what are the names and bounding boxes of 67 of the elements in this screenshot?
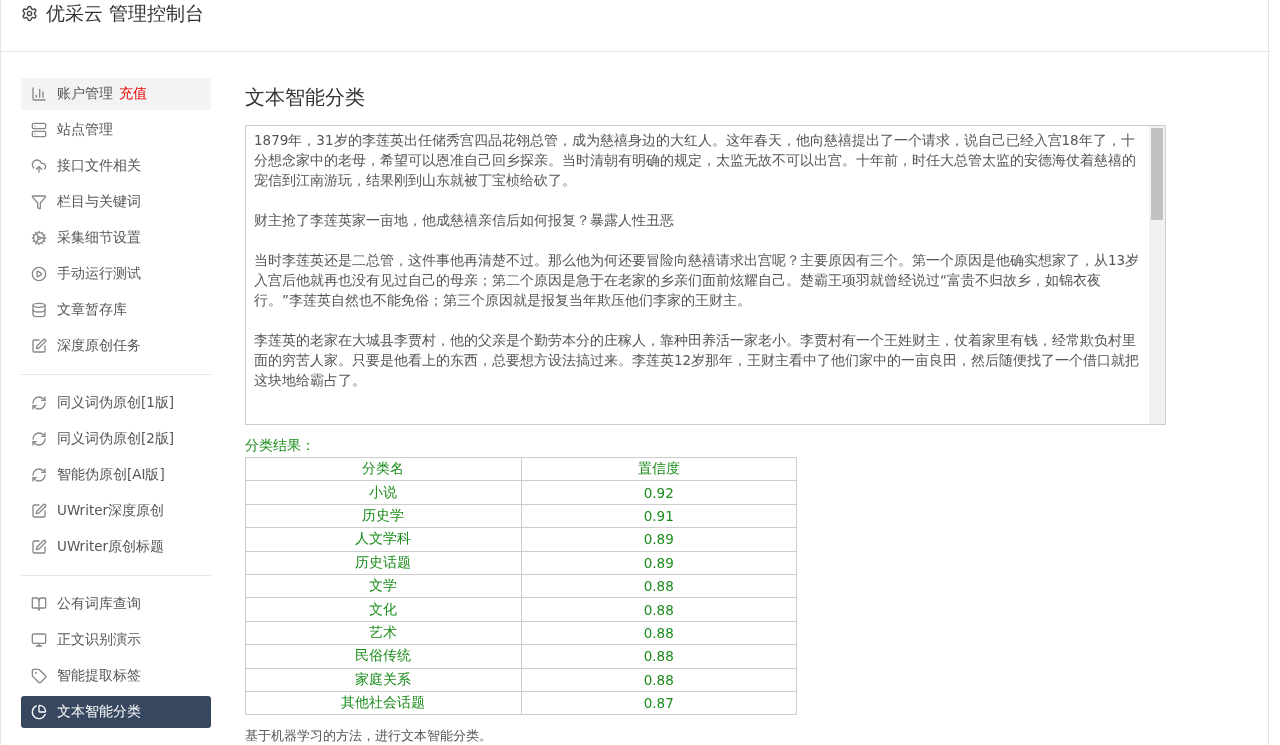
book-icon xyxy=(31,596,47,612)
tag-icon xyxy=(31,668,47,684)
sidebar-item[interactable]: 智能提取标签 xyxy=(21,660,211,692)
table-cell: 0.89 xyxy=(521,551,797,575)
paragraph: 1879年，31岁的李莲英出任储秀宫四品花翎总管，成为慈禧身边的大红人。这年春天，他向慈禧提出了一个请求，说自己已经入宫18年了，十分想念家中的老母，希望可以恩准自己回乡探亲。当时清朝有明确的规定，太监无故不可以出宫。十年前，时任大总管太监的安德海仗着慈禧的宠信到江南游玩，结果刚到山东就被丁宝桢给砍了。 xyxy=(254,131,1137,190)
sidebar-item[interactable]: 站点管理 xyxy=(21,114,211,146)
sidebar-item[interactable]: 栏目与关键词 xyxy=(21,186,211,218)
sidebar-item[interactable]: 手动运行测试 xyxy=(21,258,211,290)
description: 基于机器学习的方法，进行文本智能分类。 xyxy=(245,727,493,745)
sidebar-item[interactable]: 深度原创任务 xyxy=(21,330,211,362)
table-cell: 0.87 xyxy=(521,691,797,715)
table-cell: 人文学科 xyxy=(245,527,521,552)
sidebar-item[interactable]: 采集细节设置 xyxy=(21,222,211,254)
sidebar-item[interactable]: 文本智能分类 xyxy=(21,696,211,728)
sidebar-item[interactable]: 接口文件相关 xyxy=(21,150,211,182)
table-cell: 小说 xyxy=(245,480,521,505)
column-header: 置信度 xyxy=(521,457,797,481)
table-cell: 0.88 xyxy=(521,644,797,668)
sidebar-item[interactable]: 智能伪原创[AI版] xyxy=(21,459,211,491)
pie-chart-icon xyxy=(31,704,47,720)
text-area[interactable] xyxy=(245,125,1166,425)
app-title: 优采云 管理控制台 xyxy=(46,0,205,26)
edit-icon xyxy=(31,539,47,555)
gear-icon xyxy=(31,230,47,246)
table-cell: 艺术 xyxy=(245,621,521,645)
sidebar-item[interactable]: 正文识别演示 xyxy=(21,624,211,656)
paragraph: 当时李莲英还是二总管，这件事他再清楚不过。那么他为何还要冒险向慈禧请求出宫呢？主要原因有三个。第一个原因是他确实想家了，从13岁入宫后他就再也没有见过自己的母亲；第二个原因是急于在老家的乡亲们面前炫耀自己。楚霸王项羽就曾经说过“富贵不归故乡，如锦衣夜行。”李莲英自然也不能免俗；第三个原因就是报复当年欺压他们李家的王财主。 xyxy=(254,251,1141,310)
page-title: 文本智能分类 xyxy=(245,84,366,111)
refresh-icon xyxy=(31,395,47,411)
refresh-icon xyxy=(31,431,47,447)
database-icon xyxy=(31,302,47,318)
monitor-icon xyxy=(31,632,47,648)
table-cell: 0.92 xyxy=(521,480,797,505)
paragraph: 财主抢了李莲英家一亩地，他成慈禧亲信后如何报复？暴露人性丑恶 xyxy=(254,211,675,230)
cloud-upload-icon xyxy=(31,158,47,174)
table-cell: 家庭关系 xyxy=(245,668,521,692)
result-label: 分类结果： xyxy=(245,437,316,455)
bar-chart-icon xyxy=(31,86,47,102)
sidebar-item[interactable]: 公有词库查询 xyxy=(21,588,211,620)
sidebar-item[interactable]: 同义词伪原创[1版] xyxy=(21,387,211,419)
table-cell: 0.89 xyxy=(521,527,797,552)
table-cell: 文学 xyxy=(245,574,521,598)
server-icon xyxy=(31,122,47,138)
column-header: 分类名 xyxy=(245,457,521,481)
scrollbar[interactable] xyxy=(1149,126,1165,424)
filter-icon xyxy=(31,194,47,210)
table-cell: 其他社会话题 xyxy=(245,691,521,715)
settings-icon xyxy=(21,5,38,22)
paragraph: 李莲英的老家在大城县李贾村，他的父亲是个勤劳本分的庄稼人，靠种田养活一家老小。李贾村有一个王姓财主，仗着家里有钱，经常欺负村里面的穷苦人家。只要是他看上的东西，总要想方设法搞过来。李莲英12岁那年，王财主看中了他们家中的一亩良田，然后随便找了一个借口就把这块地给霸占了。 xyxy=(254,331,1141,390)
table-cell: 0.91 xyxy=(521,504,797,528)
refresh-icon xyxy=(31,467,47,483)
edit-icon xyxy=(31,503,47,519)
sidebar-item[interactable]: UWriter原创标题 xyxy=(21,531,211,563)
table-cell: 文化 xyxy=(245,597,521,622)
table-cell: 历史话题 xyxy=(245,551,521,575)
sidebar-item[interactable]: 同义词伪原创[2版] xyxy=(21,423,211,455)
sidebar-item[interactable]: 文章暂存库 xyxy=(21,294,211,326)
table-cell: 0.88 xyxy=(521,597,797,622)
edit-icon xyxy=(31,338,47,354)
table-cell: 0.88 xyxy=(521,621,797,645)
table-cell: 0.88 xyxy=(521,668,797,692)
table-cell: 0.88 xyxy=(521,574,797,598)
sidebar-item[interactable]: 账户管理 充值 xyxy=(21,78,211,110)
play-icon xyxy=(31,266,47,282)
table-cell: 历史学 xyxy=(245,504,521,528)
sidebar-item[interactable]: UWriter深度原创 xyxy=(21,495,211,527)
table-cell: 民俗传统 xyxy=(245,644,521,668)
